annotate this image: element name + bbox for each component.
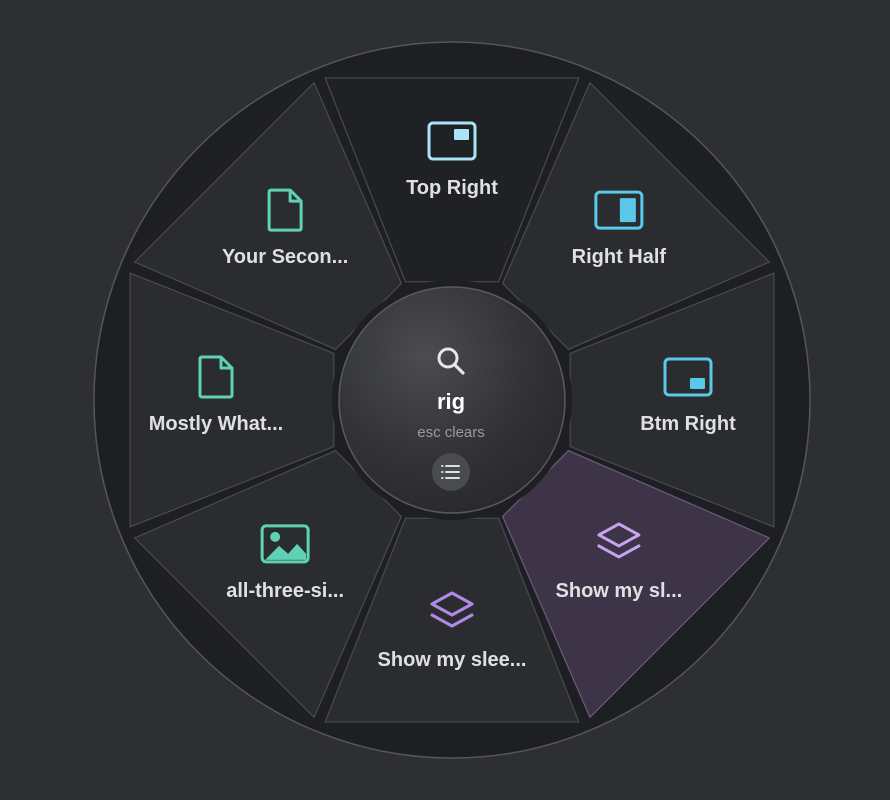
radial-menu-svg: Top Right Right Half Btm Right Show my s…: [93, 41, 811, 759]
segment-your-secon-label: Your Secon...: [222, 246, 348, 268]
segment-right-half-label: Right Half: [572, 246, 667, 268]
segment-mostly-what-label: Mostly What...: [149, 413, 283, 435]
segment-show-my-slee-label: Show my slee...: [378, 649, 527, 671]
list-button[interactable]: [432, 453, 470, 491]
segment-top-right-label: Top Right: [406, 177, 498, 199]
segment-all-three-label: all-three-si...: [226, 580, 344, 602]
search-hint: esc clears: [417, 424, 485, 441]
radial-menu: Top Right Right Half Btm Right Show my s…: [0, 0, 890, 800]
segment-btm-right-label: Btm Right: [640, 413, 736, 435]
search-query[interactable]: rig: [437, 389, 465, 414]
segment-show-my-sl-label: Show my sl...: [556, 580, 683, 602]
